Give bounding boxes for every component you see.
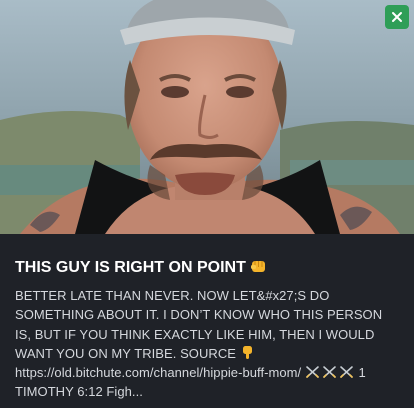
pointing-down-icon xyxy=(242,345,252,359)
crossed-swords-icon xyxy=(306,366,353,378)
description-link[interactable]: https://old.bitchute.com/channel/hippie-… xyxy=(15,365,301,380)
video-thumbnail[interactable] xyxy=(0,0,414,234)
post-description: BETTER LATE THAN NEVER. NOW LET&#x27;S D… xyxy=(15,286,401,402)
post-card[interactable]: THIS GUY IS RIGHT ON POINT BETTER LATE T… xyxy=(0,0,414,408)
fist-icon xyxy=(250,261,265,272)
post-title[interactable]: THIS GUY IS RIGHT ON POINT xyxy=(15,258,400,278)
post-title-text: THIS GUY IS RIGHT ON POINT xyxy=(15,259,246,276)
thumbnail-image xyxy=(0,0,414,234)
close-icon xyxy=(392,12,402,22)
description-text: BETTER LATE THAN NEVER. NOW LET&#x27;S D… xyxy=(15,288,383,361)
close-button[interactable] xyxy=(385,5,409,29)
